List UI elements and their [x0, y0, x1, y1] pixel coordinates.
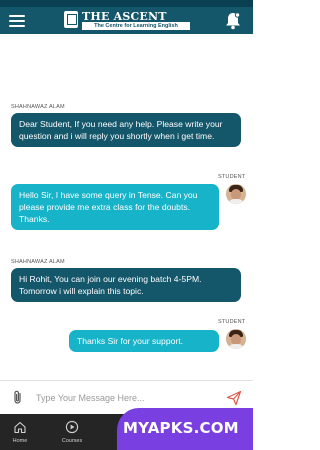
bell-icon[interactable] — [222, 10, 244, 32]
incoming-message-bubble: Dear Student, If you need any help. Plea… — [11, 113, 241, 147]
logo-subtitle: The Centre for Learning English — [82, 22, 190, 30]
message-sender-label: STUDENT — [218, 174, 246, 180]
hamburger-menu-icon[interactable] — [7, 11, 25, 29]
app-logo: THE ASCENT The Centre for Learning Engli… — [64, 10, 192, 31]
home-icon — [14, 421, 26, 434]
watermark-banner: MYAPKS.COM — [117, 408, 253, 450]
outgoing-message-bubble: Hello Sir, I have some query in Tense. C… — [11, 184, 219, 230]
outgoing-message-bubble: Thanks Sir for your support. — [69, 330, 219, 352]
nav-item-courses[interactable]: Courses — [52, 414, 92, 450]
nav-item-home[interactable]: Home — [0, 414, 40, 450]
status-bar — [0, 0, 253, 7]
incoming-message-bubble: Hi Rohit, You can join our evening batch… — [11, 268, 241, 302]
logo-emblem-icon — [64, 11, 78, 28]
nav-label-home: Home — [12, 438, 28, 444]
message-sender-label: SHAHNAWAZ ALAM — [11, 259, 65, 265]
message-input[interactable] — [36, 389, 206, 407]
send-icon[interactable] — [226, 390, 242, 406]
app-header: THE ASCENT The Centre for Learning Engli… — [0, 7, 253, 34]
message-sender-label: SHAHNAWAZ ALAM — [11, 104, 65, 110]
paperclip-icon[interactable] — [11, 390, 25, 406]
student-avatar — [226, 329, 246, 349]
student-avatar — [226, 184, 246, 204]
play-circle-icon — [65, 420, 79, 434]
nav-label-courses: Courses — [61, 438, 83, 444]
watermark-text: MYAPKS.COM — [123, 419, 239, 437]
message-sender-label: STUDENT — [218, 319, 246, 325]
